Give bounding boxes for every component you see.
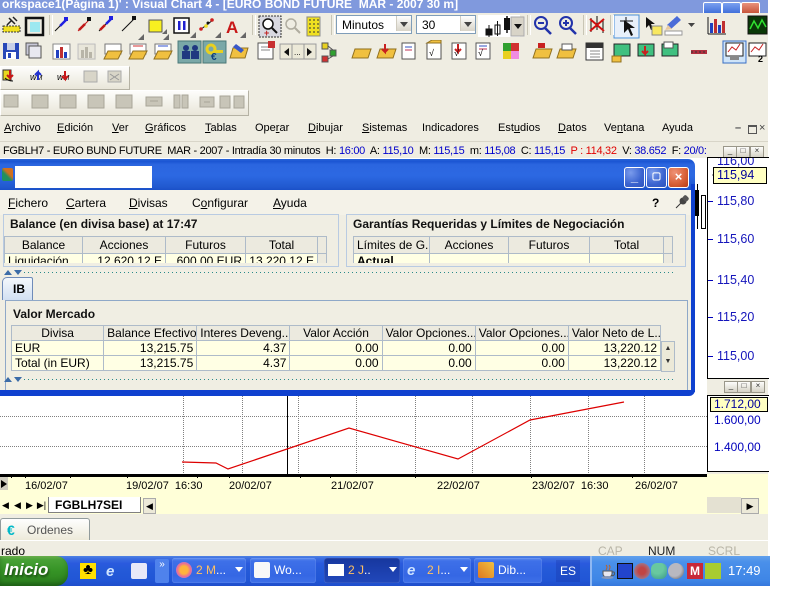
svg-text:A: A — [226, 18, 238, 37]
svg-text:+: + — [264, 28, 269, 38]
svg-text:√: √ — [454, 48, 459, 58]
svg-text:€: € — [211, 52, 217, 63]
svg-text:√: √ — [478, 48, 483, 58]
svg-text:...: ... — [294, 48, 301, 57]
svg-text:√: √ — [429, 48, 434, 58]
svg-text:2: 2 — [758, 54, 763, 64]
